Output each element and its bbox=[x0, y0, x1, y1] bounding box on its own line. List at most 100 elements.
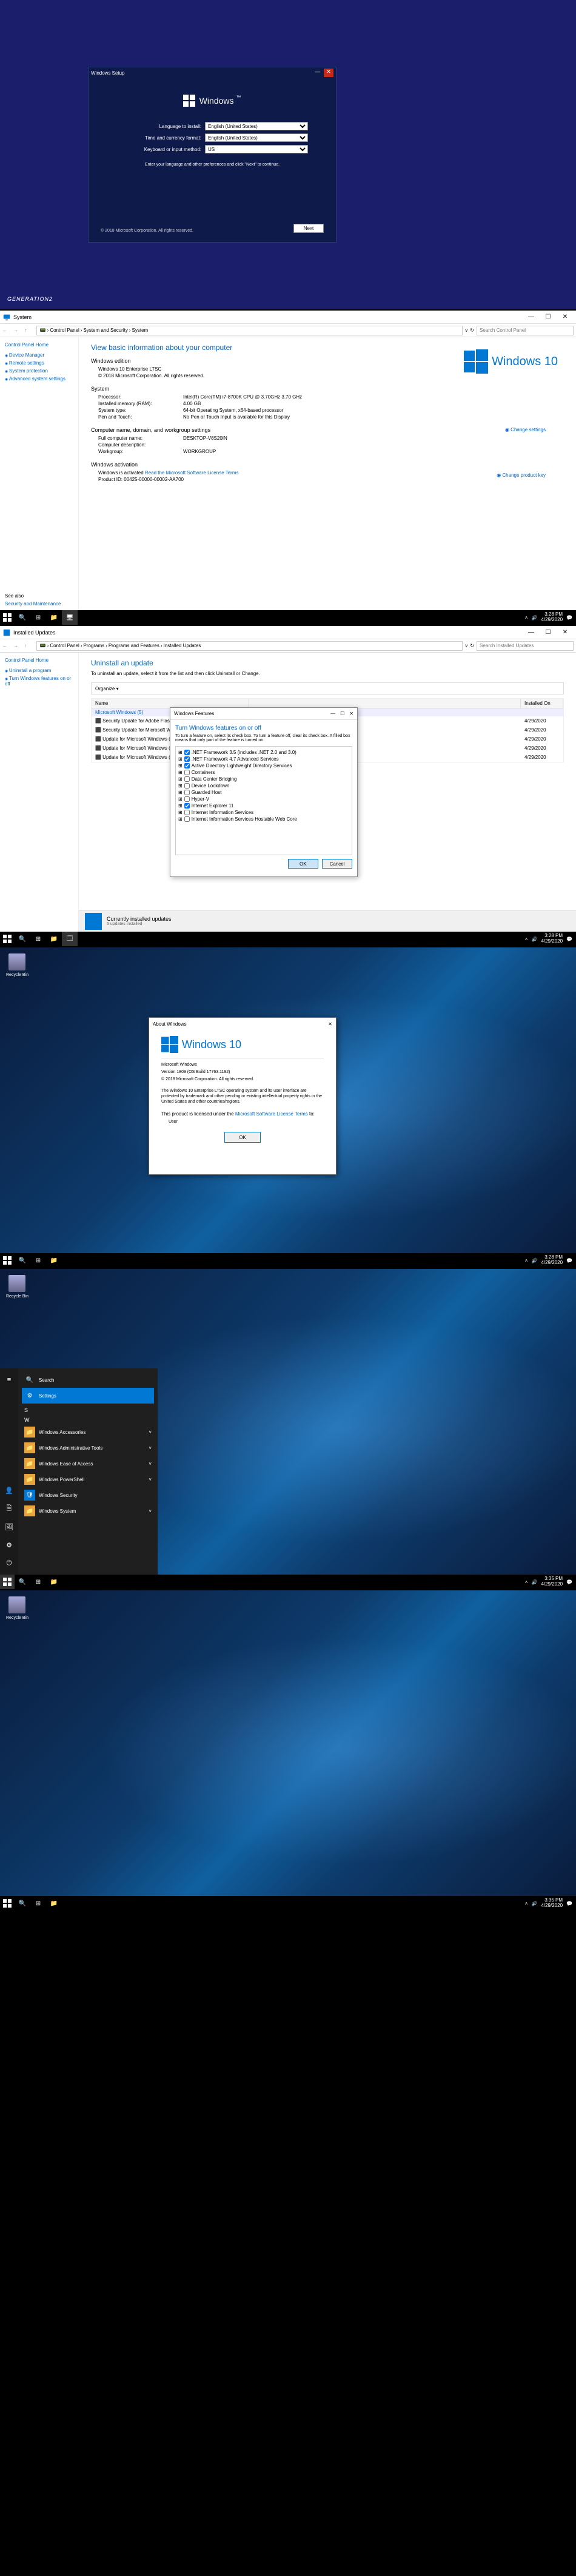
breadcrumb[interactable]: 📟 › Control Panel› Programs› Programs an… bbox=[36, 641, 463, 651]
pictures-icon[interactable]: 🖼 bbox=[0, 1518, 18, 1536]
feature-item[interactable]: ⊞ Hyper-V bbox=[178, 796, 349, 802]
sidebar-device-manager[interactable]: Device Manager bbox=[5, 352, 73, 358]
clock[interactable]: 3:28 PM4/29/2020 bbox=[541, 612, 563, 623]
minimize-button[interactable]: — bbox=[523, 311, 540, 323]
cancel-button[interactable]: Cancel bbox=[322, 859, 352, 869]
start-button[interactable] bbox=[0, 1896, 15, 1911]
search-input[interactable] bbox=[477, 326, 574, 335]
start-app-item[interactable]: 📁Windows PowerShell˅ bbox=[22, 1471, 154, 1487]
settings-icon[interactable]: ⚙ bbox=[0, 1536, 18, 1554]
start-app-item[interactable]: 🛡Windows Security bbox=[22, 1487, 154, 1503]
start-app-settings[interactable]: ⚙Settings bbox=[22, 1388, 154, 1404]
maximize-button[interactable]: ☐ bbox=[540, 627, 557, 639]
minimize-button[interactable]: — bbox=[313, 69, 323, 77]
back-button[interactable]: ← bbox=[2, 643, 12, 648]
user-icon[interactable]: 👤 bbox=[0, 1481, 18, 1499]
feature-item[interactable]: ⊞ .NET Framework 4.7 Advanced Services bbox=[178, 756, 349, 762]
recycle-bin-icon[interactable]: Recycle Bin bbox=[6, 1275, 28, 1299]
keyboard-select[interactable]: US bbox=[205, 145, 308, 153]
notification-icon[interactable]: 💬 bbox=[566, 1579, 572, 1585]
start-button[interactable] bbox=[0, 1575, 15, 1589]
tray-up-icon[interactable]: ˄ bbox=[525, 1579, 528, 1585]
license-terms-link[interactable]: Read the Microsoft Software License Term… bbox=[145, 470, 239, 476]
sidebar-windows-features[interactable]: Turn Windows features on or off bbox=[5, 676, 73, 687]
notification-icon[interactable]: 💬 bbox=[566, 937, 572, 942]
feature-item[interactable]: ⊞ Internet Explorer 11 bbox=[178, 802, 349, 809]
start-apps-list[interactable]: 🔍Search ⚙Settings SW📁Windows Accessories… bbox=[18, 1368, 158, 1575]
start-button[interactable] bbox=[0, 1253, 15, 1268]
documents-icon[interactable]: 🗎 bbox=[0, 1499, 18, 1518]
up-button[interactable]: ↑ bbox=[24, 328, 34, 333]
ok-button[interactable]: OK bbox=[288, 859, 318, 869]
start-app-item[interactable]: 📁Windows System˅ bbox=[22, 1503, 154, 1519]
clock[interactable]: 3:28 PM4/29/2020 bbox=[541, 1255, 563, 1266]
close-button[interactable]: ✕ bbox=[328, 1021, 332, 1027]
change-product-key-link[interactable]: ◉ Change product key bbox=[497, 472, 546, 478]
tray-up-icon[interactable]: ˄ bbox=[525, 615, 528, 620]
forward-button[interactable]: → bbox=[13, 643, 23, 648]
file-explorer-icon[interactable]: 📁 bbox=[46, 1253, 62, 1268]
close-button[interactable]: ✕ bbox=[557, 627, 574, 639]
search-icon[interactable]: 🔍 bbox=[15, 932, 30, 946]
start-expand-icon[interactable]: ≡ bbox=[0, 1371, 18, 1389]
close-button[interactable]: ✕ bbox=[324, 69, 333, 77]
search-icon[interactable]: 🔍 bbox=[15, 1575, 30, 1589]
start-letter-header[interactable]: W bbox=[22, 1417, 154, 1423]
clock[interactable]: 3:35 PM4/29/2020 bbox=[541, 1898, 563, 1909]
sidebar-advanced-settings[interactable]: Advanced system settings bbox=[5, 376, 73, 382]
tray-up-icon[interactable]: ˄ bbox=[525, 1901, 528, 1906]
change-settings-link[interactable]: ◉ Change settings bbox=[505, 427, 546, 432]
taskbar-app[interactable]: 🖥 bbox=[62, 610, 78, 625]
tray-up-icon[interactable]: ˄ bbox=[525, 1258, 528, 1263]
feature-item[interactable]: ⊞ .NET Framework 3.5 (includes .NET 2.0 … bbox=[178, 749, 349, 756]
sidebar-remote-settings[interactable]: Remote settings bbox=[5, 360, 73, 366]
feature-item[interactable]: ⊞ Internet Information Services Hostable… bbox=[178, 816, 349, 822]
organize-button[interactable]: Organize ▾ bbox=[91, 682, 564, 694]
forward-button[interactable]: → bbox=[13, 328, 23, 333]
start-app-item[interactable]: 📁Windows Ease of Access˅ bbox=[22, 1456, 154, 1471]
back-button[interactable]: ← bbox=[2, 328, 12, 333]
maximize-button[interactable]: ☐ bbox=[340, 711, 344, 716]
volume-icon[interactable]: 🔊 bbox=[531, 937, 537, 942]
minimize-button[interactable]: — bbox=[330, 711, 335, 716]
start-search[interactable]: 🔍Search bbox=[22, 1372, 154, 1388]
volume-icon[interactable]: 🔊 bbox=[531, 615, 537, 620]
time-format-select[interactable]: English (United States) bbox=[205, 133, 308, 142]
language-select[interactable]: English (United States) bbox=[205, 122, 308, 130]
feature-item[interactable]: ⊞ Guarded Host bbox=[178, 789, 349, 796]
feature-item[interactable]: ⊞ Internet Information Services bbox=[178, 809, 349, 816]
ok-button[interactable]: OK bbox=[224, 1132, 261, 1143]
close-button[interactable]: ✕ bbox=[557, 311, 574, 323]
up-button[interactable]: ↑ bbox=[24, 643, 34, 648]
license-terms-link[interactable]: Microsoft Software License Terms bbox=[235, 1111, 308, 1117]
sidebar-system-protection[interactable]: System protection bbox=[5, 368, 73, 374]
features-tree[interactable]: ⊞ .NET Framework 3.5 (includes .NET 2.0 … bbox=[175, 746, 352, 855]
notification-icon[interactable]: 💬 bbox=[566, 1258, 572, 1263]
feature-item[interactable]: ⊞ Containers bbox=[178, 769, 349, 776]
search-input[interactable] bbox=[477, 641, 574, 651]
feature-item[interactable]: ⊞ Device Lockdown bbox=[178, 782, 349, 789]
taskbar-app[interactable]: 🗔 bbox=[62, 932, 78, 946]
task-view-icon[interactable]: ⊞ bbox=[30, 1896, 46, 1911]
file-explorer-icon[interactable]: 📁 bbox=[46, 1896, 62, 1911]
file-explorer-icon[interactable]: 📁 bbox=[46, 932, 62, 946]
volume-icon[interactable]: 🔊 bbox=[531, 1258, 537, 1263]
breadcrumb[interactable]: 📟 › Control Panel› System and Security› … bbox=[36, 326, 463, 335]
task-view-icon[interactable]: ⊞ bbox=[30, 1253, 46, 1268]
start-app-item[interactable]: 📁Windows Accessories˅ bbox=[22, 1424, 154, 1440]
task-view-icon[interactable]: ⊞ bbox=[30, 1575, 46, 1589]
sidebar-uninstall-program[interactable]: Uninstall a program bbox=[5, 668, 73, 673]
search-icon[interactable]: 🔍 bbox=[15, 1896, 30, 1911]
search-icon[interactable]: 🔍 bbox=[15, 610, 30, 625]
recycle-bin-icon[interactable]: Recycle Bin bbox=[6, 953, 28, 977]
start-app-item[interactable]: 📁Windows Administrative Tools˅ bbox=[22, 1440, 154, 1456]
notification-icon[interactable]: 💬 bbox=[566, 1901, 572, 1906]
notification-icon[interactable]: 💬 bbox=[566, 615, 572, 620]
search-icon[interactable]: 🔍 bbox=[15, 1253, 30, 1268]
refresh-button[interactable]: ↻ bbox=[470, 643, 474, 648]
task-view-icon[interactable]: ⊞ bbox=[30, 610, 46, 625]
start-letter-header[interactable]: S bbox=[22, 1407, 154, 1413]
power-icon[interactable]: ⏻ bbox=[0, 1554, 18, 1572]
volume-icon[interactable]: 🔊 bbox=[531, 1579, 537, 1585]
security-maintenance-link[interactable]: Security and Maintenance bbox=[5, 601, 61, 607]
